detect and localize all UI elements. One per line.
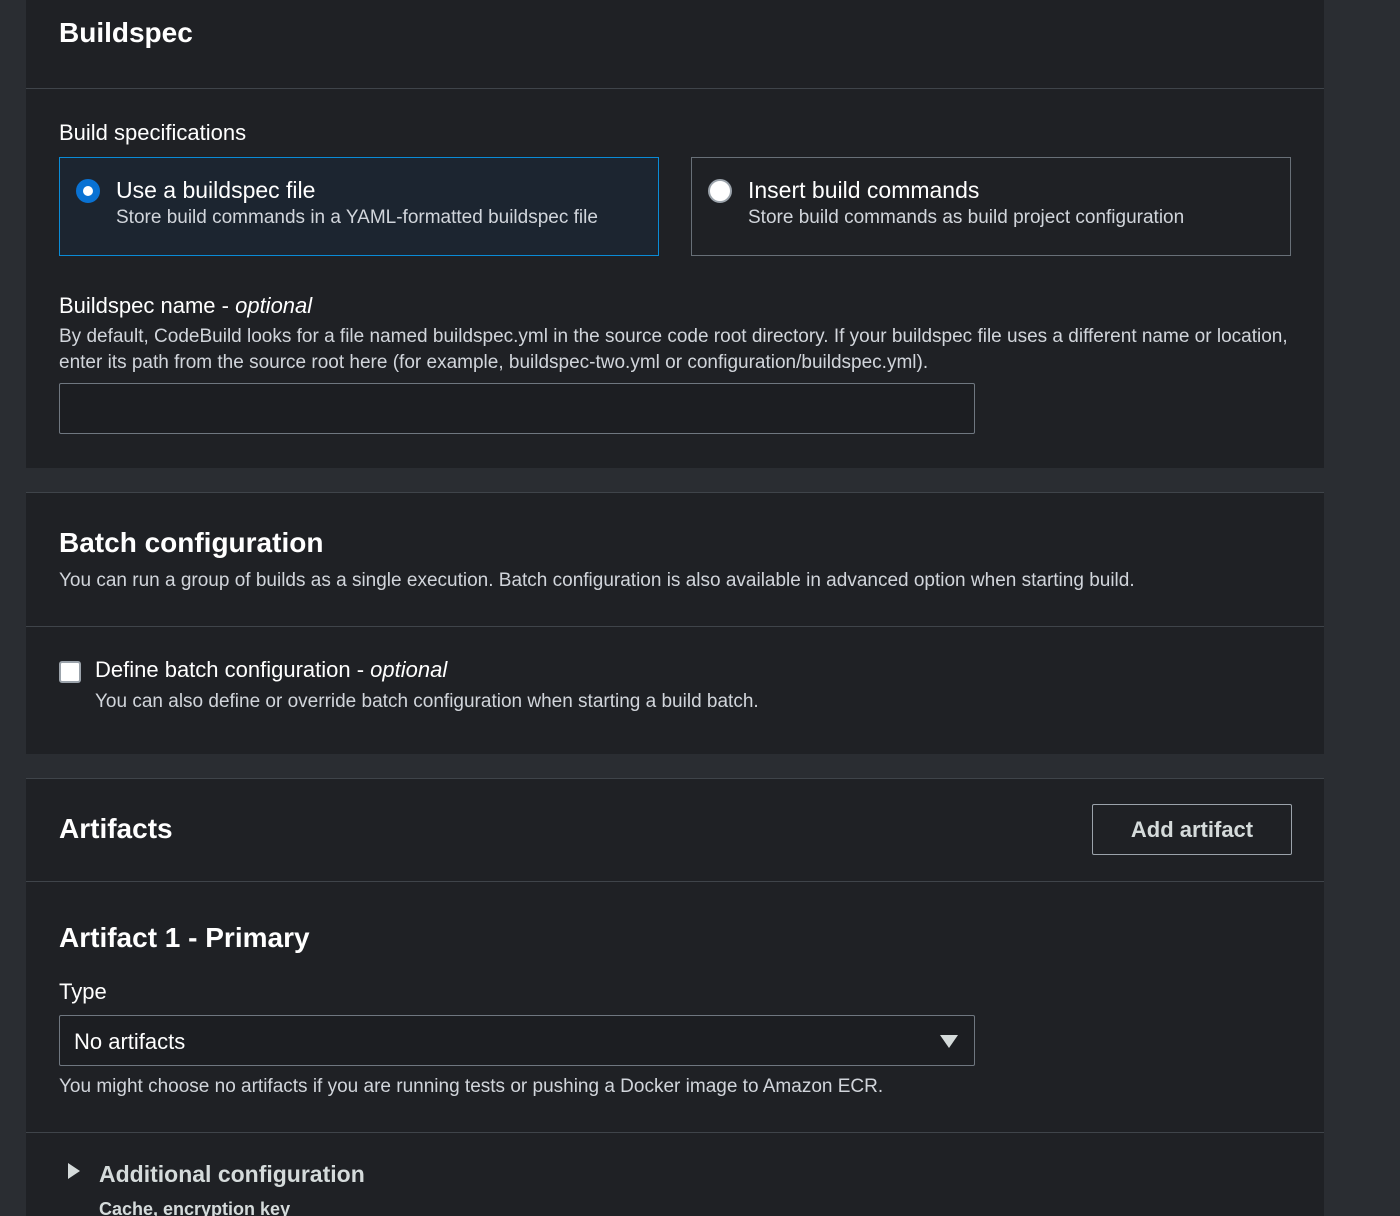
type-hint: You might choose no artifacts if you are… — [59, 1076, 884, 1097]
batch-header: Batch configuration You can run a group … — [26, 493, 1324, 627]
buildspec-title: Buildspec — [59, 17, 193, 48]
buildspec-panel-body: Build specifications Use a buildspec fil… — [26, 89, 1324, 468]
additional-configuration-title[interactable]: Additional configuration — [99, 1161, 365, 1188]
option-description: Store build commands in a YAML-formatted… — [116, 207, 598, 228]
define-batch-description: You can also define or override batch co… — [95, 691, 759, 712]
buildspec-panel-header: Buildspec — [26, 0, 1324, 89]
option-title: Insert build commands — [748, 177, 980, 203]
batch-body: Define batch configuration - optional Yo… — [26, 627, 1324, 755]
caret-right-icon[interactable] — [68, 1163, 80, 1179]
optional-tag: optional — [370, 657, 448, 682]
page: Buildspec Build specifications Use a bui… — [0, 0, 1400, 1216]
type-selected-value: No artifacts — [74, 1029, 186, 1054]
radio-selected-icon[interactable] — [76, 179, 100, 203]
radio-unselected-icon[interactable] — [708, 179, 732, 203]
define-batch-checkbox[interactable] — [59, 661, 81, 683]
buildspec-name-label-text: Buildspec name - — [59, 293, 236, 318]
optional-tag: optional — [235, 293, 313, 318]
buildspec-name-input[interactable] — [59, 383, 975, 434]
caret-down-icon — [940, 1035, 958, 1048]
build-spec-label: Build specifications — [59, 120, 247, 145]
buildspec-header: Buildspec — [26, 0, 1324, 89]
option-insert-build-commands[interactable]: Insert build commands Store build comman… — [691, 157, 1291, 256]
artifacts-panel: Artifacts Add artifact Artifact 1 - Prim… — [26, 778, 1324, 1216]
additional-configuration[interactable]: Additional configuration Cache, encrypti… — [26, 1133, 1324, 1216]
type-label: Type — [59, 979, 107, 1004]
option-use-buildspec-file[interactable]: Use a buildspec file Store build command… — [59, 157, 659, 256]
buildspec-name-description: By default, CodeBuild looks for a file n… — [59, 326, 1288, 373]
artifact-1-section: Artifact 1 - Primary Type No artifacts Y… — [26, 882, 1324, 1133]
batch-panel: Batch configuration You can run a group … — [26, 492, 1324, 754]
additional-configuration-description: Cache, encryption key — [99, 1199, 291, 1216]
artifact-1-title: Artifact 1 - Primary — [59, 922, 310, 953]
buildspec-name-label: Buildspec name - optional — [59, 293, 312, 319]
type-select[interactable]: No artifacts — [59, 1015, 975, 1066]
artifacts-header: Artifacts Add artifact — [26, 779, 1324, 882]
add-artifact-button[interactable]: Add artifact — [1092, 804, 1292, 855]
option-description: Store build commands as build project co… — [748, 207, 1185, 228]
artifacts-title: Artifacts — [59, 813, 173, 844]
define-batch-label-text: Define batch configuration - — [95, 657, 371, 682]
option-title: Use a buildspec file — [116, 177, 316, 203]
define-batch-label[interactable]: Define batch configuration - optional — [95, 657, 447, 683]
batch-title: Batch configuration — [59, 527, 324, 558]
batch-description: You can run a group of builds as a singl… — [59, 570, 1135, 591]
